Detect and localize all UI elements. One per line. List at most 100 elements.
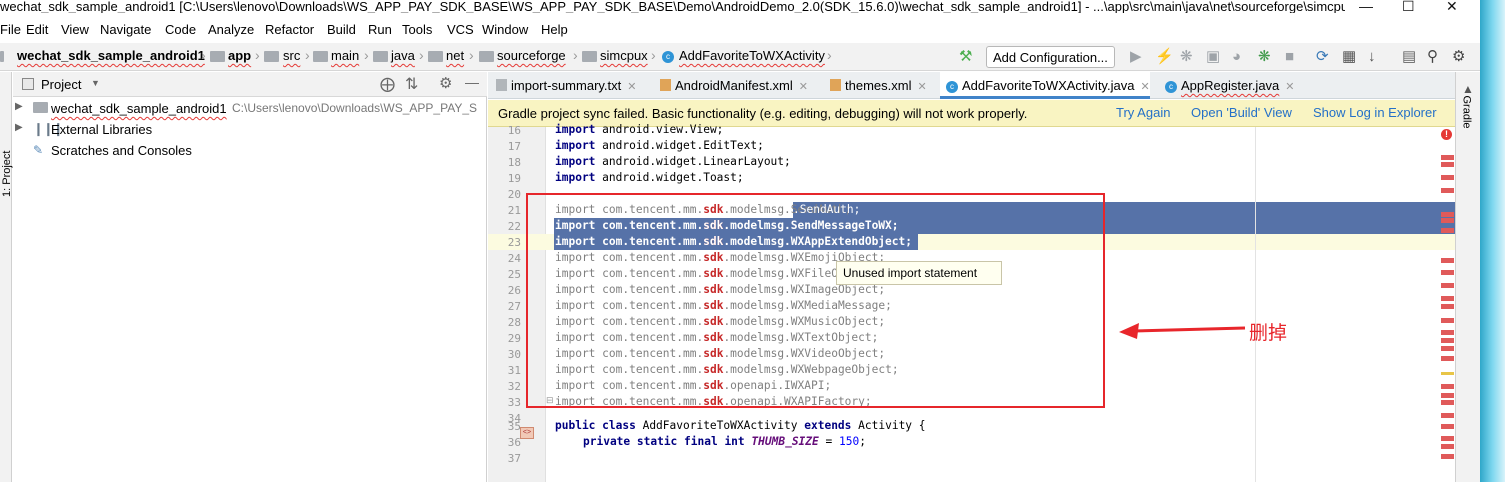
run-icon[interactable]: ▶: [1130, 49, 1142, 65]
menu-build[interactable]: Build: [327, 22, 356, 37]
profile-icon[interactable]: ◕: [1232, 49, 1241, 65]
minimize-icon[interactable]: —: [1359, 0, 1373, 13]
breadcrumb-src[interactable]: src: [283, 48, 300, 63]
warning-mark: [1441, 372, 1454, 375]
debug-icon[interactable]: ❋: [1180, 49, 1193, 65]
open-build-view-link[interactable]: Open 'Build' View: [1191, 105, 1292, 120]
chevron-right-icon: ›: [573, 47, 578, 63]
search-icon[interactable]: ⚲: [1427, 49, 1438, 65]
avd-manager-icon[interactable]: ▦: [1342, 49, 1356, 65]
menu-run[interactable]: Run: [368, 22, 392, 37]
chevron-right-icon: ›: [305, 47, 310, 63]
close-tab-icon[interactable]: ✕: [1285, 81, 1294, 93]
tree-item-external-libraries[interactable]: External Libraries: [51, 122, 152, 137]
tab-app-register[interactable]: c AppRegister.java ✕: [1165, 72, 1295, 99]
tree-item-scratches[interactable]: Scratches and Consoles: [51, 143, 192, 158]
show-log-link[interactable]: Show Log in Explorer: [1313, 105, 1437, 120]
breadcrumb-app[interactable]: app: [228, 48, 251, 63]
tab-add-favorite-activity[interactable]: c AddFavoriteToWXActivity.java ✕: [940, 72, 1150, 99]
error-mark: [1441, 318, 1454, 323]
tab-themes[interactable]: themes.xml ✕: [830, 72, 932, 99]
error-mark: [1441, 258, 1454, 263]
gradle-tool-button[interactable]: Gradle: [1461, 95, 1473, 128]
error-indicator-icon[interactable]: !: [1441, 129, 1452, 140]
gradle-elephant-icon[interactable]: ▲: [1462, 82, 1474, 96]
breadcrumb-net[interactable]: net: [446, 48, 464, 63]
activity-gutter-icon[interactable]: <>: [520, 427, 534, 439]
folder-icon: [33, 102, 48, 113]
tree-item-project[interactable]: wechat_sdk_sample_android1: [51, 101, 227, 116]
attach-debugger-icon[interactable]: ❋: [1258, 49, 1271, 65]
coverage-icon[interactable]: ▣: [1206, 49, 1220, 65]
tab-import-summary[interactable]: import-summary.txt ✕: [496, 72, 651, 99]
class-icon: c: [1165, 81, 1177, 93]
locate-icon[interactable]: ⨁: [380, 75, 395, 93]
ide-window: wechat_sdk_sample_android1 [C:\Users\len…: [0, 0, 1505, 482]
menu-tools[interactable]: Tools: [402, 22, 432, 37]
breadcrumb-java[interactable]: java: [391, 48, 415, 63]
menu-refactor[interactable]: Refactor: [265, 22, 314, 37]
menu-file[interactable]: File: [0, 22, 21, 37]
project-tool-button[interactable]: 1: Project: [1, 143, 13, 197]
error-mark: [1441, 270, 1454, 275]
close-tab-icon[interactable]: ✕: [799, 81, 808, 93]
error-mark: [1441, 212, 1454, 217]
code-line: import android.widget.Toast;: [555, 170, 744, 186]
apply-changes-icon[interactable]: ⚡: [1155, 49, 1174, 65]
import-keyword: import: [555, 139, 596, 152]
line-number: 37: [507, 452, 521, 465]
breadcrumb-class[interactable]: AddFavoriteToWXActivity: [679, 48, 825, 63]
close-tab-icon[interactable]: ✕: [1140, 81, 1149, 93]
collapse-icon[interactable]: ⇅: [405, 74, 418, 94]
close-tab-icon[interactable]: ✕: [627, 81, 636, 93]
folder-icon: [582, 51, 597, 62]
breadcrumb-main[interactable]: main: [331, 48, 359, 63]
sync-gradle-icon[interactable]: ⟳: [1316, 49, 1329, 65]
stop-icon[interactable]: ■: [1285, 49, 1294, 65]
maximize-icon[interactable]: ☐: [1402, 0, 1415, 13]
chevron-down-icon[interactable]: ▼: [91, 78, 100, 88]
expand-arrow-icon[interactable]: ▶: [15, 101, 23, 112]
folder-icon: [313, 51, 328, 62]
menu-window[interactable]: Window: [482, 22, 528, 37]
text-file-icon: [496, 79, 507, 91]
close-tab-icon[interactable]: ✕: [917, 81, 926, 93]
chevron-right-icon: ›: [419, 47, 424, 63]
class-icon: c: [662, 51, 674, 63]
add-configuration-button[interactable]: Add Configuration...: [986, 46, 1115, 68]
project-view-selector[interactable]: Project: [41, 77, 81, 92]
breadcrumb-sourceforge[interactable]: sourceforge: [497, 48, 566, 63]
line-number: 24: [507, 252, 521, 265]
line-number: 26: [507, 284, 521, 297]
annotation-red-box: [526, 193, 1105, 408]
error-mark: [1441, 283, 1454, 288]
breadcrumb-simcpux[interactable]: simcpux: [600, 48, 648, 63]
chevron-right-icon: ›: [201, 47, 206, 63]
annotation-arrow-icon: [1119, 323, 1246, 339]
error-mark: [1441, 444, 1454, 449]
menu-code[interactable]: Code: [165, 22, 196, 37]
sdk-manager-icon[interactable]: ↓: [1368, 49, 1376, 65]
menu-help[interactable]: Help: [541, 22, 568, 37]
menu-edit[interactable]: Edit: [26, 22, 48, 37]
gear-icon[interactable]: ⚙: [439, 74, 452, 92]
line-number: 31: [507, 364, 521, 377]
chevron-right-icon: ›: [469, 47, 474, 63]
menu-navigate[interactable]: Navigate: [100, 22, 151, 37]
try-again-link[interactable]: Try Again: [1116, 105, 1170, 120]
build-hammer-icon[interactable]: ⚒: [959, 49, 972, 65]
project-structure-icon[interactable]: ▤: [1402, 49, 1416, 65]
tab-android-manifest[interactable]: AndroidManifest.xml ✕: [660, 72, 816, 99]
expand-arrow-icon[interactable]: ▶: [15, 122, 23, 133]
menu-vcs[interactable]: VCS: [447, 22, 474, 37]
hide-panel-icon[interactable]: —: [465, 74, 479, 90]
close-icon[interactable]: ✕: [1446, 0, 1458, 13]
package-text: android.widget.Toast;: [602, 171, 744, 184]
menu-analyze[interactable]: Analyze: [208, 22, 254, 37]
import-keyword: import: [555, 171, 596, 184]
chevron-right-icon: ›: [255, 47, 260, 63]
settings-icon[interactable]: ⚙: [1452, 49, 1465, 65]
menu-view[interactable]: View: [61, 22, 89, 37]
breadcrumb-project[interactable]: wechat_sdk_sample_android1: [17, 48, 205, 63]
project-panel-header: Project ▼ ⨁ ⇅ ⚙ —: [13, 72, 487, 97]
